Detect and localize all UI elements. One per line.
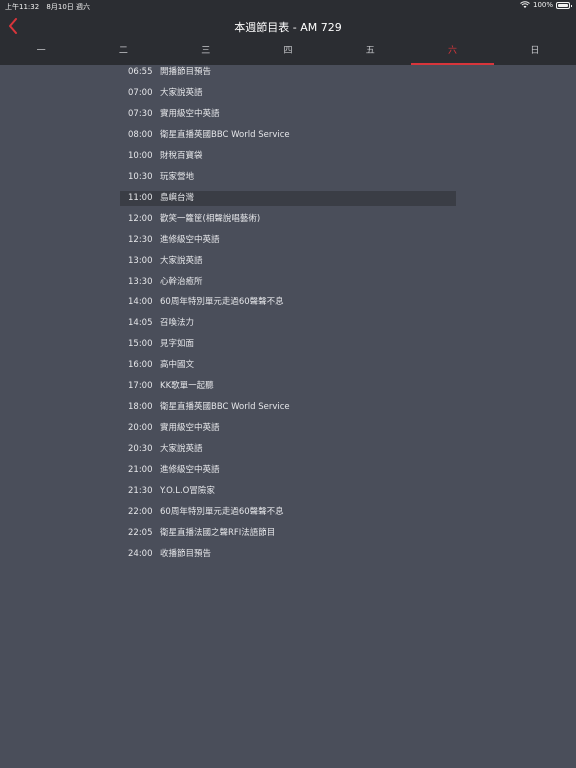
program-title: 召喚法力 bbox=[160, 318, 195, 329]
header: 上午11:32 8月10日 週六 100% 本週節目表 - AM 729 一二三… bbox=[0, 0, 576, 65]
program-title: 衛星直播英國BBC World Service bbox=[160, 129, 290, 140]
program-title: 大家說英語 bbox=[160, 255, 203, 266]
schedule-row[interactable]: 20:00 實用級空中英語 bbox=[120, 421, 456, 436]
schedule-row[interactable]: 16:00 高中國文 bbox=[120, 358, 456, 373]
status-right: 100% bbox=[520, 1, 572, 9]
tab-day-7[interactable]: 日 bbox=[494, 40, 576, 65]
schedule-row[interactable]: 10:00 財稅百寶袋 bbox=[120, 149, 456, 164]
schedule-row[interactable]: 11:00 島嶼台灣 bbox=[120, 190, 456, 206]
program-time: 22:05 bbox=[128, 527, 153, 538]
nav-bar: 本週節目表 - AM 729 bbox=[0, 12, 576, 40]
program-time: 07:30 bbox=[128, 108, 153, 119]
schedule-row[interactable]: 17:00 KK歌單一起聽 bbox=[120, 379, 456, 394]
status-date: 8月10日 週六 bbox=[46, 3, 91, 11]
program-time: 14:00 bbox=[128, 297, 153, 308]
schedule-row[interactable]: 20:30 大家說英語 bbox=[120, 442, 456, 457]
program-title: 島嶼台灣 bbox=[160, 192, 195, 203]
program-title: 衛星直播英國BBC World Service bbox=[160, 402, 290, 413]
program-title: 開播節目預告 bbox=[160, 67, 212, 77]
wifi-icon bbox=[520, 1, 530, 8]
schedule-row[interactable]: 22:00 60周年特別單元走過60聲聲不息 bbox=[120, 505, 456, 520]
program-time: 08:00 bbox=[128, 129, 153, 140]
program-time: 24:00 bbox=[128, 548, 153, 559]
program-title: 玩家營地 bbox=[160, 171, 195, 182]
program-title: KK歌單一起聽 bbox=[160, 381, 214, 392]
schedule-row[interactable]: 21:00 進修級空中英語 bbox=[120, 463, 456, 478]
schedule-row[interactable]: 13:00 大家說英語 bbox=[120, 254, 456, 269]
program-time: 12:30 bbox=[128, 234, 153, 245]
program-time: 13:30 bbox=[128, 276, 153, 287]
program-title: 歡笑一籮筐(相聲說唱藝術) bbox=[160, 213, 261, 224]
program-title: 進修級空中英語 bbox=[160, 465, 220, 476]
program-time: 17:00 bbox=[128, 381, 153, 392]
tab-day-5[interactable]: 五 bbox=[329, 40, 411, 65]
program-time: 20:00 bbox=[128, 423, 153, 434]
schedule-row[interactable]: 14:05 召喚法力 bbox=[120, 316, 456, 331]
tab-day-1[interactable]: 一 bbox=[0, 40, 82, 65]
tab-day-3[interactable]: 三 bbox=[165, 40, 247, 65]
program-title: 衛星直播法國之聲RFI法語節目 bbox=[160, 527, 276, 538]
program-title: Y.O.L.O冒險家 bbox=[160, 486, 215, 496]
battery-percentage: 100% bbox=[532, 1, 553, 9]
schedule-row[interactable]: 18:00 衛星直播英國BBC World Service bbox=[120, 400, 456, 415]
program-time: 10:30 bbox=[128, 171, 153, 182]
schedule-row[interactable]: 07:00 大家說英語 bbox=[120, 86, 456, 101]
schedule-row[interactable]: 21:30 Y.O.L.O冒險家 bbox=[120, 484, 456, 499]
program-title: 見字如面 bbox=[160, 339, 195, 350]
program-title: 高中國文 bbox=[160, 360, 195, 371]
program-time: 21:00 bbox=[128, 465, 153, 476]
program-title: 60周年特別單元走過60聲聲不息 bbox=[160, 297, 284, 308]
schedule-row[interactable]: 12:30 進修級空中英語 bbox=[120, 233, 456, 248]
status-bar: 上午11:32 8月10日 週六 100% bbox=[0, 0, 576, 12]
schedule-row[interactable]: 12:00 歡笑一籮筐(相聲說唱藝術) bbox=[120, 212, 456, 227]
program-title: 60周年特別單元走過60聲聲不息 bbox=[160, 506, 284, 517]
program-title: 心幹治癒所 bbox=[160, 276, 203, 287]
program-time: 21:30 bbox=[128, 486, 153, 496]
status-left: 上午11:32 8月10日 週六 bbox=[5, 2, 95, 12]
schedule-row[interactable]: 08:00 衛星直播英國BBC World Service bbox=[120, 128, 456, 143]
tab-day-2[interactable]: 二 bbox=[82, 40, 164, 65]
program-time: 12:00 bbox=[128, 213, 153, 224]
program-time: 13:00 bbox=[128, 255, 153, 266]
program-time: 18:00 bbox=[128, 402, 153, 413]
program-time: 07:00 bbox=[128, 87, 153, 98]
tab-day-4[interactable]: 四 bbox=[247, 40, 329, 65]
program-time: 06:55 bbox=[128, 67, 153, 77]
program-time: 16:00 bbox=[128, 360, 153, 371]
program-title: 財稅百寶袋 bbox=[160, 150, 203, 161]
program-time: 15:00 bbox=[128, 339, 153, 350]
program-time: 22:00 bbox=[128, 506, 153, 517]
program-title: 進修級空中英語 bbox=[160, 234, 220, 245]
schedule-row[interactable]: 22:05 衛星直播法國之聲RFI法語節目 bbox=[120, 526, 456, 541]
schedule-row[interactable]: 13:30 心幹治癒所 bbox=[120, 275, 456, 290]
schedule-row[interactable]: 15:00 見字如面 bbox=[120, 337, 456, 352]
page-title: 本週節目表 - AM 729 bbox=[234, 21, 342, 34]
program-time: 11:00 bbox=[128, 192, 153, 203]
program-title: 實用級空中英語 bbox=[160, 423, 220, 434]
day-tabs: 一二三四五六日 bbox=[0, 40, 576, 65]
battery-icon bbox=[556, 1, 572, 9]
schedule-row[interactable]: 24:00 收播節目預告 bbox=[120, 547, 456, 562]
status-time: 上午11:32 bbox=[5, 3, 40, 11]
schedule-row[interactable]: 10:30 玩家營地 bbox=[120, 170, 456, 185]
program-title: 收播節目預告 bbox=[160, 548, 212, 559]
program-time: 10:00 bbox=[128, 150, 153, 161]
program-time: 20:30 bbox=[128, 444, 153, 455]
schedule-row[interactable]: 07:30 實用級空中英語 bbox=[120, 107, 456, 122]
program-title: 實用級空中英語 bbox=[160, 108, 220, 119]
tab-day-6[interactable]: 六 bbox=[411, 40, 494, 65]
program-title: 大家說英語 bbox=[160, 444, 203, 455]
program-title: 大家說英語 bbox=[160, 87, 203, 98]
program-time: 14:05 bbox=[128, 318, 153, 329]
schedule-row[interactable]: 06:55 開播節目預告 bbox=[120, 65, 456, 80]
schedule-row[interactable]: 14:00 60周年特別單元走過60聲聲不息 bbox=[120, 295, 456, 310]
